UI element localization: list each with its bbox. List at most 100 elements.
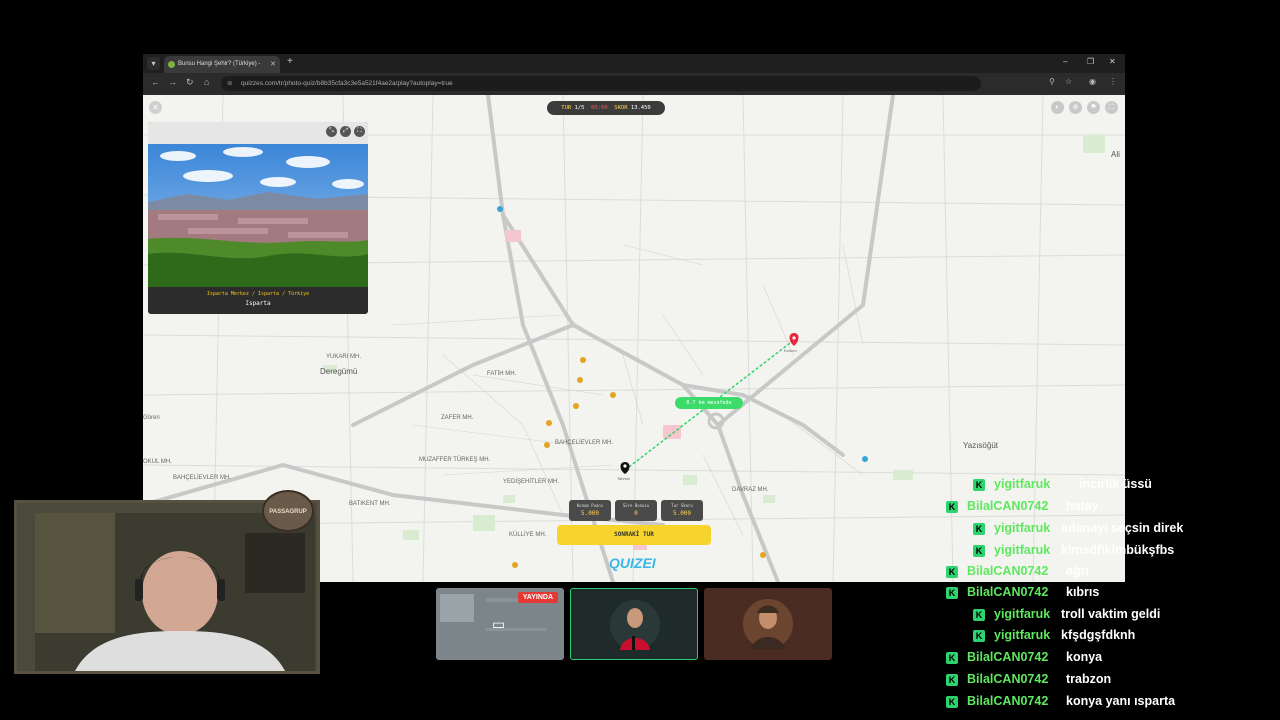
tab-close-icon[interactable]: ✕ bbox=[270, 56, 276, 73]
city-photo-image bbox=[148, 144, 368, 287]
channel-badge-icon: PASSAGRUP bbox=[262, 490, 314, 532]
close-window-icon[interactable]: ✕ bbox=[1109, 57, 1116, 66]
map-label-yediler: YEDİŞEHİTLER MH. bbox=[503, 479, 560, 485]
chat-text: adanayı seçsin direk bbox=[1061, 521, 1184, 535]
participant-tile-1[interactable] bbox=[570, 588, 698, 660]
chat-text: kıbrıs bbox=[1066, 585, 1100, 599]
guess-marker-icon bbox=[620, 462, 630, 474]
favicon-icon bbox=[168, 61, 175, 68]
close-game-button[interactable]: ✕ bbox=[149, 101, 162, 114]
kick-badge-icon: K bbox=[946, 674, 958, 686]
live-badge: YAYINDA bbox=[517, 592, 558, 603]
map-label-davraz: DAVRAZ MH. bbox=[732, 487, 769, 493]
kick-badge-icon: K bbox=[973, 630, 985, 642]
zoom-icon[interactable]: ⚲ bbox=[1049, 77, 1055, 86]
chat-username: yigitfaruk bbox=[994, 521, 1051, 535]
tab-bar: ▾ Bunsu Hangi Şehir? (Türkiye) - ✕ + – ❐… bbox=[143, 54, 1125, 73]
score-round-value: 5.000 bbox=[672, 510, 692, 517]
screen-share-tile[interactable]: YAYINDA ▭ bbox=[436, 588, 564, 660]
fullscreen-photo-icon[interactable]: ⛶ bbox=[354, 126, 365, 137]
hud-score-value: 13.450 bbox=[630, 105, 651, 111]
score-round: Tur Skoru 5.000 bbox=[661, 500, 703, 521]
score-time-bonus: Süre Bonusu 0 bbox=[615, 500, 657, 521]
chat-text: konya bbox=[1066, 650, 1103, 664]
chat-username: yigitfaruk bbox=[994, 628, 1051, 642]
chat-username: BilalCAN0742 bbox=[967, 585, 1049, 599]
address-bar: ← → ↻ ⌂ ⊜ quizzes.com/tr/photo-quiz/b8b3… bbox=[143, 73, 1125, 95]
map-label-bahce2: BAHÇELİEVLER MH. bbox=[173, 475, 232, 481]
quizei-logo: QUIZEI bbox=[609, 555, 656, 571]
fullscreen-icon[interactable]: ⛶ bbox=[1105, 101, 1118, 114]
hud-round-label: TUR bbox=[561, 105, 572, 111]
reload-icon[interactable]: ↻ bbox=[186, 77, 194, 88]
next-round-button[interactable]: SONRAKİ TUR bbox=[557, 525, 711, 545]
map-label-zafer: ZAFER MH. bbox=[441, 415, 474, 421]
chat-text: trabzon bbox=[1066, 672, 1112, 686]
expand-icon[interactable]: ⤢ bbox=[340, 126, 351, 137]
score-round-label: Tur Skoru bbox=[671, 503, 693, 508]
photo-card: ⤡ ⤢ ⛶ Isparta Merkez / Isparta / Türkiye… bbox=[148, 122, 368, 314]
kick-badge-icon: K bbox=[946, 652, 958, 664]
photo-card-header: ⤡ ⤢ ⛶ bbox=[148, 122, 368, 144]
score-location: Konum Puanı 5.000 bbox=[569, 500, 611, 521]
bookmark-star-icon[interactable]: ☆ bbox=[1065, 77, 1072, 86]
new-tab-icon[interactable]: + bbox=[287, 56, 293, 67]
score-time-label: Süre Bonusu bbox=[622, 503, 650, 508]
chat-username: BilalCAN0742 bbox=[967, 499, 1049, 513]
chat-username: BilalCAN0742 bbox=[967, 672, 1049, 686]
minimize-icon[interactable]: – bbox=[1063, 57, 1067, 66]
map-label-bahcelievler: BAHÇELİEVLER MH. bbox=[555, 440, 614, 446]
home-icon[interactable]: ⌂ bbox=[204, 77, 209, 87]
map-label-batikent: BATIKENT MH. bbox=[349, 501, 391, 507]
tab-search-icon[interactable]: ▾ bbox=[147, 57, 160, 70]
answer-marker-label: Konum bbox=[784, 348, 797, 353]
map-label-fatih: FATİH MH. bbox=[487, 371, 517, 377]
globe-icon[interactable]: ⊕ bbox=[1069, 101, 1082, 114]
city-photo[interactable] bbox=[148, 144, 368, 287]
kick-badge-icon: K bbox=[973, 609, 985, 621]
map-label-yazisogut: Yazısöğüt bbox=[963, 441, 998, 450]
participant-avatar-1 bbox=[610, 600, 660, 650]
url-input[interactable]: ⊜ quizzes.com/tr/photo-quiz/b8b35cfa3c3e… bbox=[221, 76, 981, 91]
chat-username: BilalCAN0742 bbox=[967, 564, 1049, 578]
photo-subtitle: Isparta Merkez / Isparta / Türkiye bbox=[206, 291, 310, 297]
map-label-ali: Ali bbox=[1111, 150, 1120, 159]
chat-username: yigitfaruk bbox=[994, 477, 1051, 491]
tab-title: Bunsu Hangi Şehir? (Türkiye) - bbox=[178, 61, 261, 67]
chat-username: BilalCAN0742 bbox=[967, 694, 1049, 708]
distance-pill: 0.7 km mesafede bbox=[675, 397, 743, 409]
kick-badge-icon: K bbox=[973, 545, 985, 557]
theme-toggle-icon[interactable]: ◐ bbox=[1051, 101, 1064, 114]
hud-score-label: SKOR bbox=[614, 105, 628, 111]
map-label-kulliye: KÜLLİYE MH. bbox=[509, 532, 547, 538]
collapse-icon[interactable]: ⤡ bbox=[326, 126, 337, 137]
score-time-value: 0 bbox=[634, 510, 638, 517]
kick-badge-icon: K bbox=[946, 587, 958, 599]
menu-icon[interactable]: ⋮ bbox=[1109, 77, 1117, 86]
kick-badge-icon: K bbox=[946, 696, 958, 708]
chat-text: incirlik üssü bbox=[1079, 477, 1152, 491]
hud-round-value: 1/5 bbox=[574, 105, 585, 111]
profile-icon[interactable]: ◉ bbox=[1089, 77, 1096, 86]
monitor-icon: ▭ bbox=[492, 616, 506, 632]
forward-icon[interactable]: → bbox=[168, 77, 177, 87]
map-label-goren: Gören bbox=[143, 415, 160, 421]
url-text: quizzes.com/tr/photo-quiz/b8b35cfa3c3e5a… bbox=[241, 80, 453, 87]
flag-icon[interactable]: ⚑ bbox=[1087, 101, 1100, 114]
avatar-1-image bbox=[610, 600, 660, 650]
chat-username: yigitfaruk bbox=[994, 543, 1051, 557]
score-location-value: 5.000 bbox=[580, 510, 600, 517]
chat-text: ağrı bbox=[1066, 564, 1089, 578]
map-label-deregumu: Deregümü bbox=[320, 367, 358, 376]
avatar-2-image bbox=[743, 599, 793, 649]
chat-text: troll vaktim geldi bbox=[1061, 607, 1161, 621]
photo-city: Isparta bbox=[245, 300, 271, 307]
map-label-okul: OKUL MH. bbox=[143, 459, 172, 465]
site-info-icon[interactable]: ⊜ bbox=[227, 76, 232, 91]
participant-avatar-2 bbox=[743, 599, 793, 649]
participant-tile-2[interactable] bbox=[704, 588, 832, 660]
maximize-icon[interactable]: ❐ bbox=[1087, 57, 1094, 66]
chat-text: kfşdgşfdknh bbox=[1061, 628, 1136, 642]
tab-quiz[interactable]: Bunsu Hangi Şehir? (Türkiye) - ✕ bbox=[164, 56, 280, 73]
back-icon[interactable]: ← bbox=[151, 77, 160, 87]
